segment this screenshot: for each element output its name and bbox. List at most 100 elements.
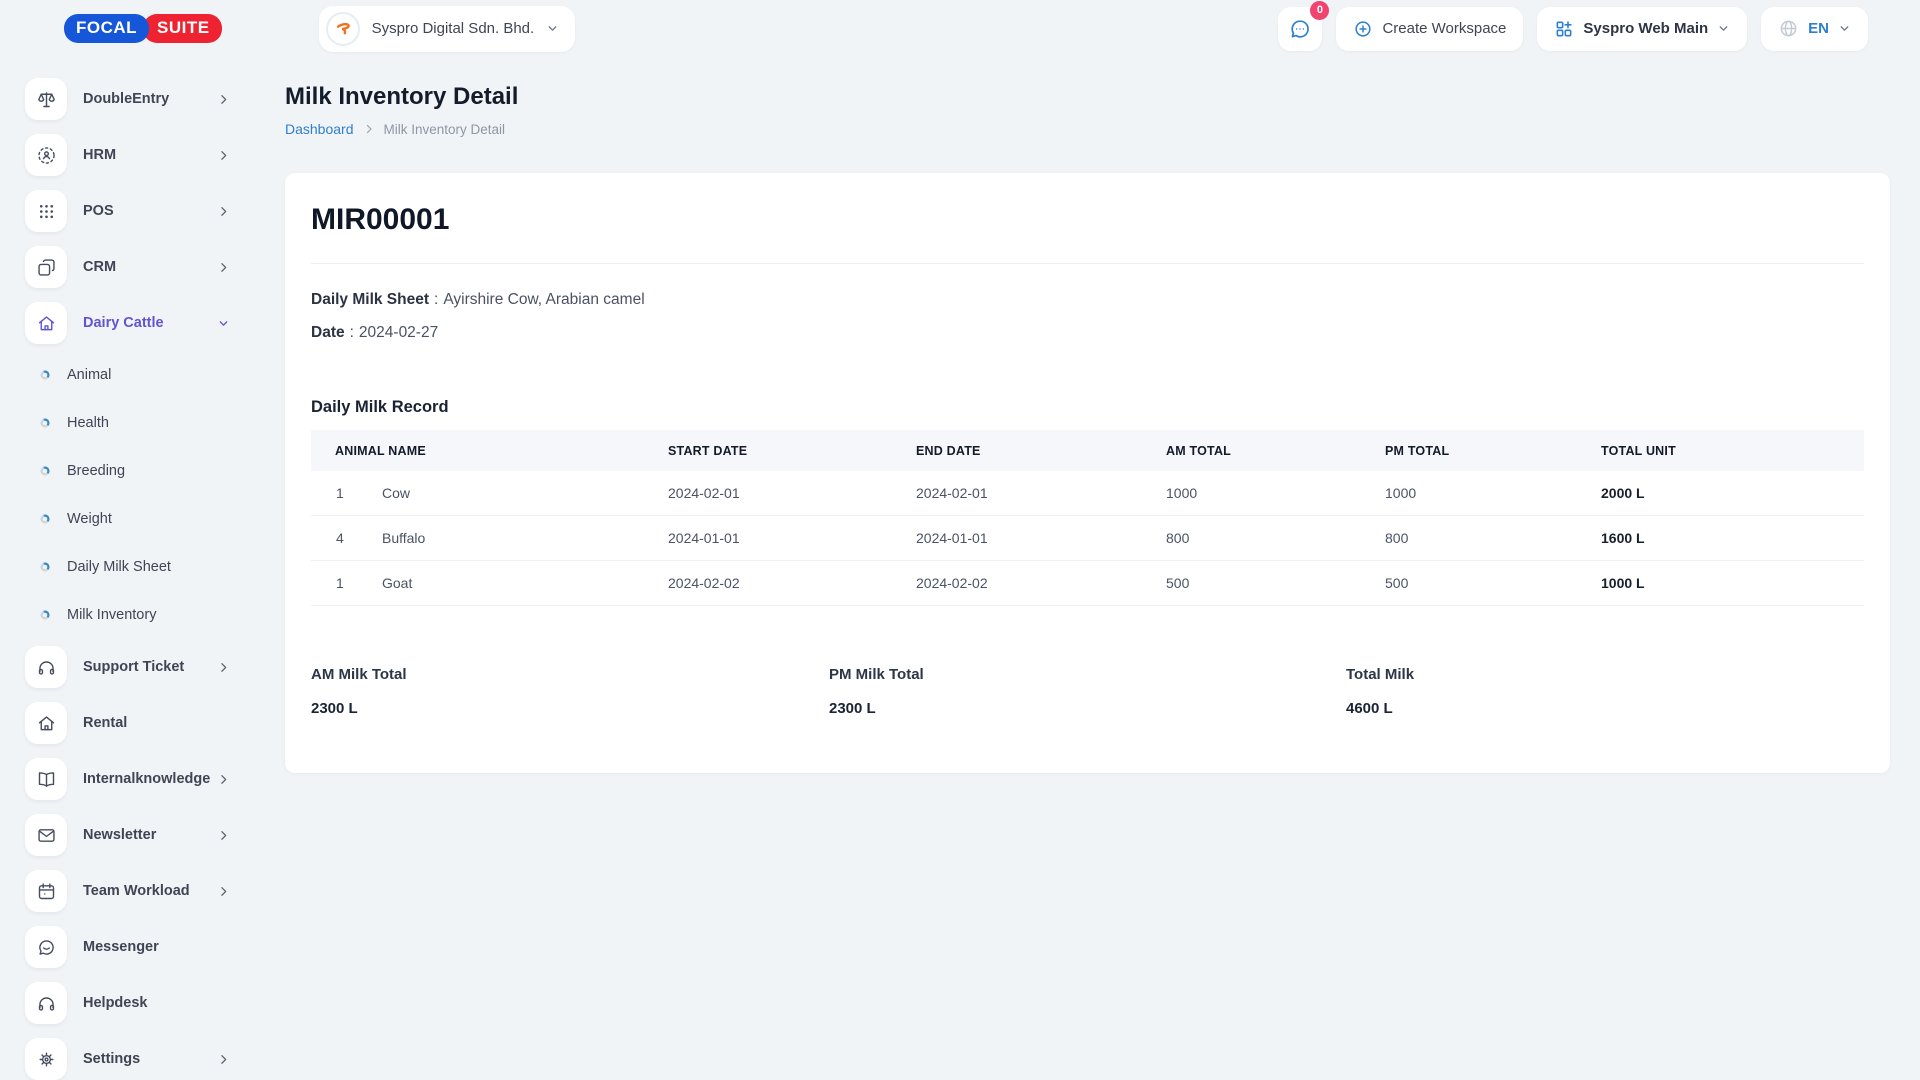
sidebar-item-label: Support Ticket [83,659,217,675]
sidebar-subitem-label: Breeding [67,463,125,479]
daily-milk-sheet-label: Daily Milk Sheet [311,291,429,308]
sidebar-subitem-label: Health [67,415,109,431]
sidebar-subitem-animal[interactable]: Animal [25,351,230,399]
pm-milk-total-label: PM Milk Total [829,666,1346,683]
cell-count: 1 [311,575,357,591]
sidebar-subitem-label: Animal [67,367,111,383]
sidebar-item-label: Newsletter [83,827,217,843]
table-header-row: ANIMAL NAME START DATE END DATE AM TOTAL… [311,430,1864,471]
daily-milk-sheet-line: Daily Milk Sheet:Ayirshire Cow, Arabian … [311,291,1864,309]
chat-dots-icon [1288,17,1312,41]
language-selector[interactable]: EN [1761,7,1868,51]
daily-milk-sheet-value: Ayirshire Cow, Arabian camel [443,291,644,308]
chevron-right-icon [217,1053,230,1066]
messages-count-badge: 0 [1310,1,1329,20]
sidebar-item-doubleentry[interactable]: DoubleEntry [25,71,230,127]
totals-summary: AM Milk Total 2300 L PM Milk Total 2300 … [311,666,1864,717]
cell-animal-name: Buffalo [357,530,643,546]
sidebar-item-label: Helpdesk [83,995,230,1011]
am-milk-total-label: AM Milk Total [311,666,829,683]
date-value: 2024-02-27 [359,324,438,341]
create-workspace-button[interactable]: Create Workspace [1336,7,1523,51]
cell-start-date: 2024-02-02 [643,575,891,591]
app-selector-label: Syspro Web Main [1583,20,1708,37]
sidebar-subitem-health[interactable]: Health [25,399,230,447]
bullet-icon [40,466,50,476]
mail-icon [25,814,67,856]
table-row: 4 Buffalo 2024-01-01 2024-01-01 800 800 … [311,516,1864,561]
chevron-right-icon [217,261,230,274]
sidebar-item-settings[interactable]: Settings [25,1031,230,1080]
overlap-squares-icon [25,246,67,288]
bullet-icon [40,370,50,380]
column-header-pm-total: PM TOTAL [1360,444,1576,458]
chevron-right-icon [217,149,230,162]
chevron-down-icon [217,317,230,330]
chevron-down-icon [546,22,559,35]
sidebar-nav: DoubleEntry HRM [0,57,250,1080]
cell-start-date: 2024-02-01 [643,485,891,501]
breadcrumb: Dashboard Milk Inventory Detail [285,121,1890,137]
create-workspace-label: Create Workspace [1382,20,1506,37]
chevron-right-icon [217,885,230,898]
column-header-total-unit: TOTAL UNIT [1576,444,1864,458]
scales-icon [25,78,67,120]
page-title: Milk Inventory Detail [285,83,1890,111]
sidebar-item-label: POS [83,203,217,219]
cell-end-date: 2024-02-01 [891,485,1141,501]
language-code: EN [1808,20,1829,37]
sidebar-subitem-breeding[interactable]: Breeding [25,447,230,495]
main-content: Milk Inventory Detail Dashboard Milk Inv… [250,57,1920,1080]
book-icon [25,758,67,800]
sidebar-item-support-ticket[interactable]: Support Ticket [25,639,230,695]
sidebar-item-messenger[interactable]: Messenger [25,919,230,975]
chevron-down-icon [1838,22,1851,35]
cell-animal-name: Cow [357,485,643,501]
daily-milk-record-table: ANIMAL NAME START DATE END DATE AM TOTAL… [311,430,1864,606]
sidebar-item-label: Messenger [83,939,230,955]
sidebar-item-newsletter[interactable]: Newsletter [25,807,230,863]
breadcrumb-dashboard-link[interactable]: Dashboard [285,121,354,137]
sidebar-item-internalknowledge[interactable]: Internalknowledge [25,751,230,807]
sidebar-item-pos[interactable]: POS [25,183,230,239]
sidebar-subitem-label: Weight [67,511,112,527]
sidebar-item-team-workload[interactable]: Team Workload [25,863,230,919]
calendar-icon [25,870,67,912]
grid-dots-icon [25,190,67,232]
cell-total-unit: 2000 L [1576,485,1864,501]
app-selector[interactable]: Syspro Web Main [1537,7,1747,51]
sidebar-item-label: Settings [83,1051,217,1067]
chevron-right-icon [363,123,375,135]
chevron-right-icon [217,205,230,218]
headset-icon [25,982,67,1024]
sidebar-item-rental[interactable]: Rental [25,695,230,751]
date-label: Date [311,324,345,341]
cell-count: 1 [311,485,357,501]
grid-plus-icon [1554,19,1574,39]
header-actions: 0 Create Workspace Syspro Web Main [1278,7,1868,51]
cell-start-date: 2024-01-01 [643,530,891,546]
sidebar-subitem-milk-inventory[interactable]: Milk Inventory [25,591,230,639]
sidebar-subitem-daily-milk-sheet[interactable]: Daily Milk Sheet [25,543,230,591]
chat-bubble-icon [25,926,67,968]
cell-total-unit: 1000 L [1576,575,1864,591]
chevron-right-icon [217,773,230,786]
cell-am-total: 500 [1141,575,1360,591]
column-header-start-date: START DATE [643,444,891,458]
am-milk-total: AM Milk Total 2300 L [311,666,829,717]
cell-am-total: 800 [1141,530,1360,546]
sidebar-item-dairy-cattle[interactable]: Dairy Cattle [25,295,230,351]
sidebar-item-label: DoubleEntry [83,91,217,107]
sidebar-item-crm[interactable]: CRM [25,239,230,295]
bullet-icon [40,418,50,428]
workspace-selector[interactable]: Syspro Digital Sdn. Bhd. [319,6,576,52]
sidebar-item-label: CRM [83,259,217,275]
cell-pm-total: 800 [1360,530,1576,546]
sidebar-item-label: Team Workload [83,883,217,899]
workspace-name: Syspro Digital Sdn. Bhd. [372,20,535,37]
sidebar-item-hrm[interactable]: HRM [25,127,230,183]
messages-button[interactable]: 0 [1278,7,1322,51]
bullet-icon [40,562,50,572]
sidebar-item-helpdesk[interactable]: Helpdesk [25,975,230,1031]
sidebar-subitem-weight[interactable]: Weight [25,495,230,543]
